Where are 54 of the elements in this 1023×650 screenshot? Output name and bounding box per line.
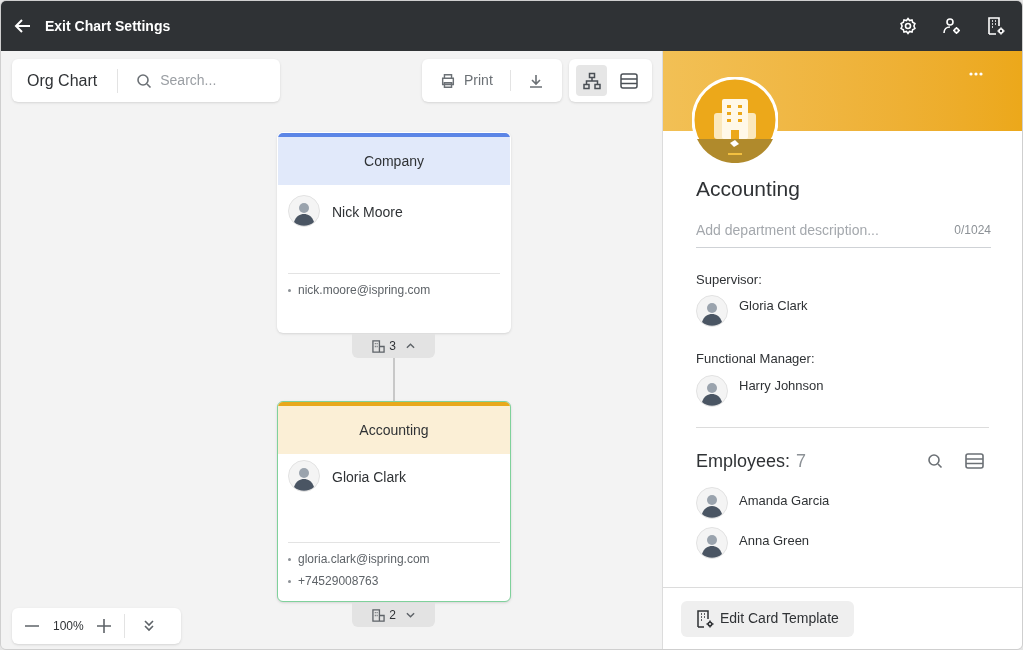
bullet-icon: [288, 557, 291, 561]
role-label: Supervisor:: [696, 270, 763, 289]
child-count-toggle[interactable]: 3: [352, 334, 435, 358]
avatar-icon: [696, 526, 728, 559]
avatar-icon: [696, 374, 728, 407]
employees-count: 7: [796, 449, 807, 473]
contact-text: nick.moore@ispring.com: [298, 282, 431, 299]
role-label: Functional Manager:: [696, 350, 816, 368]
employee-name: Nick Moore: [332, 203, 403, 222]
department-name: Company: [278, 137, 510, 185]
employee-name[interactable]: Amanda Garcia: [739, 491, 830, 511]
description-field[interactable]: Add department description...: [696, 219, 955, 241]
employee-name[interactable]: Anna Green: [739, 531, 810, 551]
avatar-icon: [696, 295, 728, 327]
search-icon[interactable]: [927, 453, 943, 469]
list-view-icon[interactable]: [965, 453, 984, 469]
printer-icon: [440, 72, 456, 89]
person-name: Gloria Clark: [739, 297, 808, 315]
building-settings-icon: [696, 609, 714, 628]
character-counter: 0/1024: [954, 222, 991, 239]
department-title: Accounting: [696, 176, 801, 202]
collapse-all-icon[interactable]: [141, 619, 156, 633]
zoom-in-icon[interactable]: [95, 618, 112, 634]
org-chart-title: Org Chart: [12, 68, 119, 93]
exit-chart-settings-link[interactable]: Exit Chart Settings: [45, 15, 171, 37]
building-icon: [372, 339, 386, 353]
caret-up-icon: [405, 343, 415, 349]
employee-name: Gloria Clark: [332, 468, 406, 487]
print-button[interactable]: Print: [422, 70, 511, 91]
child-count-toggle[interactable]: 2: [352, 603, 435, 627]
building-settings-icon[interactable]: [986, 16, 1006, 36]
bullet-icon: [288, 579, 291, 583]
department-card[interactable]: Company Nick Moore nick.moore@ispring.com: [277, 132, 511, 333]
search-field[interactable]: Search...: [160, 70, 261, 91]
avatar-icon: [288, 460, 320, 492]
edit-card-template-button[interactable]: Edit Card Template: [681, 600, 854, 637]
contact-text: +74529008763: [298, 573, 379, 590]
person-name: Harry Johnson: [739, 376, 824, 395]
download-icon[interactable]: [527, 72, 544, 89]
contact-text: gloria.clark@ispring.com: [298, 551, 430, 568]
department-name: Accounting: [278, 406, 510, 454]
org-chart-view-icon[interactable]: [576, 65, 607, 96]
department-logo-icon[interactable]: [692, 77, 778, 163]
building-icon: [372, 608, 386, 622]
employees-label: Employees:: [696, 449, 791, 473]
caret-down-icon: [405, 612, 415, 618]
search-icon: [136, 72, 153, 89]
zoom-level: 100%: [53, 618, 84, 635]
avatar-icon: [288, 195, 320, 227]
user-settings-icon[interactable]: [942, 16, 962, 36]
department-card[interactable]: Accounting Gloria Clark gloria.clark@ispring.com +74529008763: [277, 401, 511, 602]
bullet-icon: [288, 288, 291, 292]
avatar-icon: [696, 486, 728, 519]
settings-icon[interactable]: [898, 16, 918, 36]
